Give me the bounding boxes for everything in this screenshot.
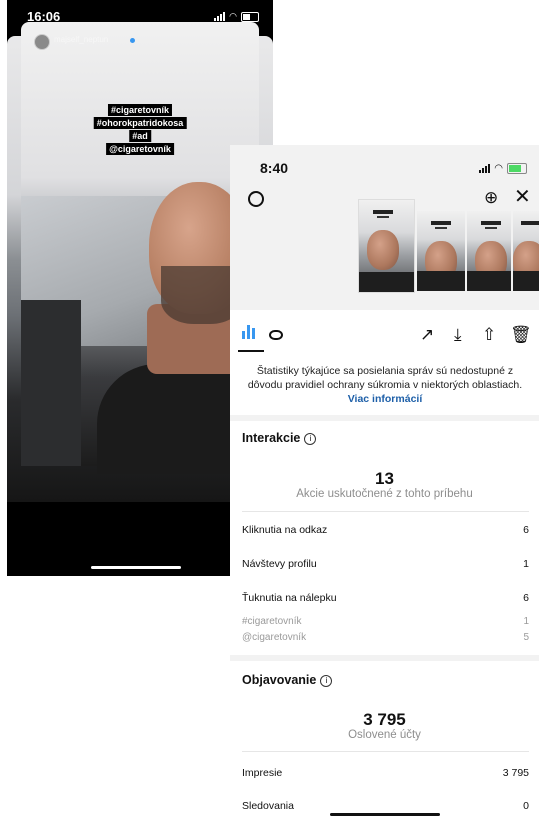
signal-icon [214, 12, 226, 21]
metric-label: Kliknutia na odkaz [242, 524, 328, 536]
home-indicator[interactable] [330, 813, 440, 816]
save-icon[interactable]: ⤓ [454, 325, 462, 345]
sticker-metric-row: #cigaretovník 1 [242, 616, 529, 627]
hashtag-sticker[interactable]: #ad [129, 130, 151, 142]
info-icon[interactable]: i [304, 433, 317, 445]
more-info-link[interactable]: Viac informácií [348, 393, 423, 405]
discovery-title-text: Objavovanie [242, 673, 317, 687]
divider [242, 751, 529, 752]
metric-row[interactable]: Kliknutia na odkaz 6 [242, 524, 529, 536]
sticker-label: @cigaretovník [242, 632, 307, 643]
interactions-caption: Akcie uskutočnené z tohto príbehu [296, 488, 473, 500]
insights-chart-icon[interactable] [242, 325, 255, 339]
interactions-title-text: Interakcie [242, 431, 301, 445]
battery-icon [241, 11, 259, 22]
sticker-value: 1 [523, 616, 529, 627]
status-icons: ◠ [214, 11, 259, 22]
metric-row[interactable]: Návštevy profilu 1 [242, 558, 529, 570]
metric-label: Ťuknutia na nálepku [242, 592, 337, 604]
status-time: 8:40 [260, 160, 289, 176]
section-divider [230, 415, 539, 421]
metric-value: 1 [523, 558, 529, 570]
home-indicator[interactable] [91, 566, 181, 569]
story-username[interactable]: majself_neptun [54, 35, 108, 44]
battery-icon [507, 163, 527, 174]
metric-row[interactable]: Impresie 3 795 [242, 767, 529, 779]
story-thumbnail[interactable] [513, 211, 539, 291]
views-eye-icon[interactable] [269, 330, 283, 340]
discovery-title: Objavovanie i [242, 673, 333, 687]
wifi-icon: ◠ [494, 163, 503, 174]
metric-label: Sledovania [242, 800, 294, 812]
story-thumbnails [358, 199, 539, 293]
story-thumbnail-selected[interactable] [358, 199, 415, 293]
mention-sticker[interactable]: @cigaretovník [106, 143, 174, 155]
divider [242, 511, 529, 512]
metric-label: Návštevy profilu [242, 558, 317, 570]
wifi-icon: ◠ [229, 11, 237, 21]
sticker-value: 5 [523, 632, 529, 643]
insights-screen: 8:40 ◠ ⊕ ✕ ↗ ⤓ ⇧ 🗑 Štatistiky týkajúce s… [230, 145, 539, 817]
interactions-total: 13 [375, 469, 394, 488]
hashtag-sticker[interactable]: #cigaretovník [107, 104, 173, 116]
insights-toolbar: ↗ ⤓ ⇧ 🗑 [230, 313, 539, 353]
metric-label: Impresie [242, 767, 283, 779]
gear-icon[interactable] [248, 191, 264, 207]
active-tab-indicator [238, 350, 264, 352]
hashtag-sticker[interactable]: #ohorokpatridokosa [93, 117, 187, 129]
privacy-notice-text: Štatistiky týkajúce sa posielania správ … [247, 365, 523, 391]
story-background-wall [21, 300, 81, 466]
metric-value: 3 795 [502, 767, 529, 779]
avatar[interactable] [34, 34, 50, 50]
story-thumbnail[interactable] [417, 211, 465, 291]
sticker-metric-row: @cigaretovník 5 [242, 632, 529, 643]
download-icon[interactable]: ⊕ [484, 189, 498, 206]
delete-icon[interactable]: 🗑 [510, 325, 532, 345]
status-icons: ◠ [479, 163, 527, 174]
metric-row[interactable]: Ťuknutia na nálepku 6 [242, 592, 529, 604]
story-thumbnail[interactable] [467, 211, 511, 291]
verified-badge-icon [130, 38, 135, 43]
section-divider [230, 655, 539, 661]
privacy-notice: Štatistiky týkajúce sa posielania správ … [246, 365, 524, 407]
share-icon[interactable]: ⇧ [482, 325, 496, 345]
signal-icon [479, 164, 491, 173]
promote-trend-icon[interactable]: ↗ [420, 325, 434, 345]
metric-value: 0 [523, 800, 529, 812]
info-icon[interactable]: i [320, 675, 333, 687]
metric-value: 6 [523, 592, 529, 604]
close-icon[interactable]: ✕ [514, 187, 531, 207]
sticker-label: #cigaretovník [242, 616, 302, 627]
discovery-total: 3 795 [363, 710, 406, 729]
discovery-caption: Oslovené účty [348, 729, 421, 741]
metric-row[interactable]: Sledovania 0 [242, 800, 529, 812]
metric-value: 6 [523, 524, 529, 536]
interactions-title: Interakcie i [242, 431, 317, 445]
